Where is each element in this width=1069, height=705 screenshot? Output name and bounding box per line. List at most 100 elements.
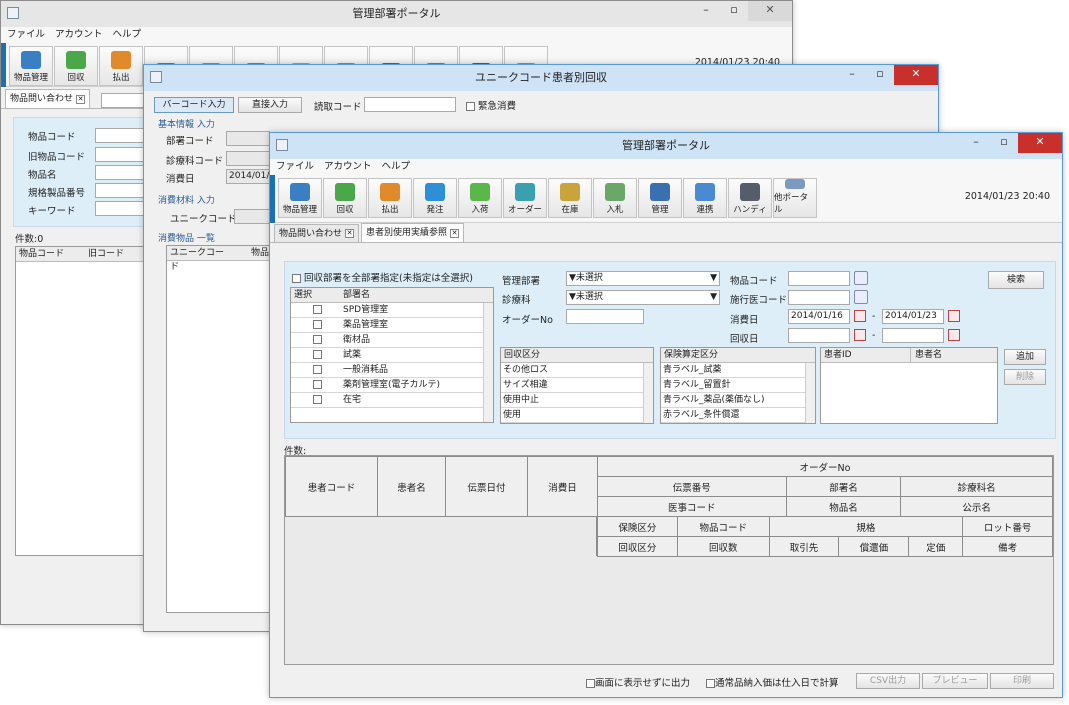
barcode-input-button[interactable]: バーコード入力 [154, 97, 234, 113]
insurance-type-row[interactable]: 赤ラベル_条件償還 [661, 408, 815, 423]
calendar-icon[interactable] [854, 329, 866, 341]
tool-item-management[interactable]: 物品管理 [278, 178, 322, 218]
print-button[interactable]: 印刷 [990, 673, 1054, 689]
col-public-name[interactable]: 公示名 [900, 496, 1053, 517]
maximize-icon[interactable]: ▫ [866, 65, 894, 85]
mid-date-input[interactable]: 2014/01/ [226, 169, 270, 184]
dept-list-scrollbar[interactable] [483, 303, 493, 422]
menu-account[interactable]: アカウント [324, 159, 372, 175]
maximize-icon[interactable]: ▫ [720, 1, 748, 21]
back-input-1[interactable] [95, 128, 145, 143]
delete-button[interactable]: 削除 [1004, 369, 1046, 385]
row-checkbox[interactable] [291, 348, 343, 362]
insurance-type-row[interactable]: 青ラベル_薬品(薬価なし) [661, 393, 815, 408]
dept-row[interactable]: 試薬 [291, 348, 493, 363]
search-button[interactable]: 検索 [988, 271, 1044, 289]
tab-close-icon[interactable]: ✕ [345, 229, 355, 238]
back-input-5[interactable] [95, 201, 145, 216]
col-medical-code[interactable]: 医事コード [597, 496, 787, 517]
back-title-bar[interactable]: 管理部署ポータル – ▫ ✕ [1, 1, 792, 27]
col-clinic-name[interactable]: 診療科名 [900, 476, 1053, 497]
collect-type-row[interactable]: その他ロス [501, 363, 653, 378]
row-checkbox[interactable] [291, 393, 343, 407]
dept-row[interactable]: SPD管理室 [291, 303, 493, 318]
tool-dispense[interactable]: 払出 [99, 46, 143, 86]
tool-stock[interactable]: 在庫 [548, 178, 592, 218]
tab-patient-usage[interactable]: 患者別使用実績参照 ✕ [361, 223, 465, 242]
doctor-code-input[interactable] [788, 290, 850, 305]
csv-export-button[interactable]: CSV出力 [856, 673, 920, 689]
tool-handy[interactable]: ハンディ [728, 178, 772, 218]
col-slip-date[interactable]: 伝票日付 [445, 456, 528, 517]
front-title-bar[interactable]: 管理部署ポータル – ▫ ✕ [270, 133, 1062, 159]
urgent-checkbox[interactable]: 緊急消費 [466, 98, 516, 112]
col-dept-name[interactable]: 部署名 [785, 476, 902, 497]
tool-collect[interactable]: 回収 [323, 178, 367, 218]
collect-date-from[interactable] [788, 328, 850, 343]
order-no-input[interactable] [566, 309, 644, 324]
col-item-code[interactable]: 物品コード [676, 516, 770, 537]
back-input-2[interactable] [95, 147, 145, 162]
calendar-icon[interactable] [948, 329, 960, 341]
col-slip-number[interactable]: 伝票番号 [597, 476, 787, 497]
no-display-checkbox[interactable]: 画面に表示せずに出力 [586, 675, 690, 689]
dept-code-input[interactable] [226, 131, 270, 146]
close-icon[interactable]: ✕ [748, 1, 792, 21]
col-patient-code[interactable]: 患者コード [285, 456, 378, 517]
tool-orders[interactable]: オーダー [503, 178, 547, 218]
tab-close-icon[interactable]: ✕ [76, 94, 86, 104]
col-collect-qty[interactable]: 回収数 [676, 536, 770, 557]
preview-button[interactable]: プレビュー [922, 673, 988, 689]
add-button[interactable]: 追加 [1004, 349, 1046, 365]
back-input-4[interactable] [95, 183, 145, 198]
normal-price-checkbox[interactable]: 通常品納入価は仕入日で計算 [706, 675, 839, 689]
collect-type-row[interactable]: 使用中止 [501, 393, 653, 408]
dept-row[interactable]: 薬品管理室 [291, 318, 493, 333]
dept-row[interactable]: 薬剤管理室(電子カルテ) [291, 378, 493, 393]
tool-manage[interactable]: 管理 [638, 178, 682, 218]
col-order-no[interactable]: オーダーNo [597, 456, 1053, 477]
back-input-3[interactable] [95, 165, 145, 180]
row-checkbox[interactable] [291, 333, 343, 347]
menu-help[interactable]: ヘルプ [382, 159, 411, 175]
col-item-name[interactable]: 物品名 [785, 496, 902, 517]
clinic-code-input[interactable] [226, 151, 270, 166]
col-insurance-type[interactable]: 保険区分 [597, 516, 678, 537]
collect-type-row[interactable]: サイズ相違 [501, 378, 653, 393]
col-spec[interactable]: 規格 [768, 516, 964, 537]
row-checkbox[interactable] [291, 363, 343, 377]
insurance-type-row[interactable]: 青ラベル_留置針 [661, 378, 815, 393]
tab-item-inquiry[interactable]: 物品問い合わせ ✕ [274, 224, 360, 242]
tab-close-icon[interactable]: ✕ [450, 228, 460, 238]
calendar-icon[interactable] [854, 310, 866, 322]
menu-account[interactable]: アカウント [55, 27, 103, 43]
col-refund-price[interactable]: 償還価 [838, 536, 910, 557]
tab-item-inquiry[interactable]: 物品問い合わせ ✕ [5, 89, 91, 108]
read-code-input[interactable] [364, 97, 456, 112]
col-consume-date[interactable]: 消費日 [527, 456, 598, 517]
col-list-price[interactable]: 定価 [908, 536, 964, 557]
col-remarks[interactable]: 備考 [962, 536, 1053, 557]
tool-portal[interactable]: 他ポータル [773, 178, 817, 218]
dept-row[interactable]: 一般消耗品 [291, 363, 493, 378]
close-icon[interactable]: ✕ [1018, 133, 1062, 153]
tool-dispense[interactable]: 払出 [368, 178, 412, 218]
row-checkbox[interactable] [291, 378, 343, 392]
minimize-icon[interactable]: – [962, 133, 990, 153]
item-code-input[interactable] [788, 271, 850, 286]
all-dept-checkbox[interactable]: 回収部署を全部署指定(未指定は全選択) [292, 270, 473, 284]
consume-date-to[interactable]: 2014/01/23 [882, 309, 944, 324]
collect-type-row[interactable]: 使用 [501, 408, 653, 423]
row-checkbox[interactable] [291, 303, 343, 317]
close-icon[interactable]: ✕ [894, 65, 938, 85]
tool-item-management[interactable]: 物品管理 [9, 46, 53, 86]
minimize-icon[interactable]: – [838, 65, 866, 85]
col-patient-name[interactable]: 患者名 [377, 456, 446, 517]
insurance-type-scrollbar[interactable] [805, 363, 815, 423]
calendar-icon[interactable] [948, 310, 960, 322]
direct-input-button[interactable]: 直接入力 [238, 97, 302, 113]
tool-link[interactable]: 連携 [683, 178, 727, 218]
insurance-type-row[interactable]: 青ラベル_試薬 [661, 363, 815, 378]
collect-type-scrollbar[interactable] [643, 363, 653, 423]
mid-title-bar[interactable]: ユニークコード患者別回収 – ▫ ✕ [144, 65, 938, 91]
